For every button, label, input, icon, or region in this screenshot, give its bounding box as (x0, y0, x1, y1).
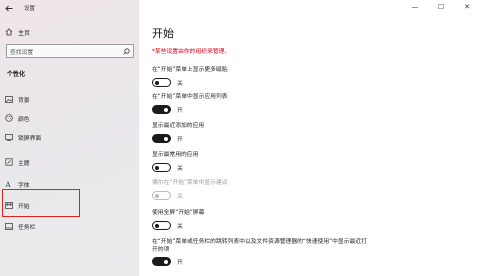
font-icon: A (0, 180, 18, 188)
app-title: 设置 (24, 6, 36, 12)
sidebar-item-label: 背景 (18, 97, 30, 104)
palette-icon (0, 114, 18, 122)
section-title: 个性化 (7, 71, 26, 78)
window-controls: — ☐ ✕ (402, 0, 480, 14)
svg-text:A: A (5, 181, 12, 188)
setting-full-screen: 使用全屏“开始”屏幕 关 (152, 209, 472, 230)
theme-icon (0, 158, 18, 166)
search-input[interactable]: 查找设置 (6, 44, 134, 58)
toggle-switch[interactable] (152, 163, 171, 172)
maximize-button[interactable]: ☐ (428, 0, 454, 14)
toggle-switch (152, 191, 171, 200)
setting-label: 显示最近添加的应用 (152, 123, 205, 129)
setting-recent-items: 在“开始”菜单或任务栏的跳转列表中以及文件资源管理器的“快速使用”中显示最近打开… (152, 238, 367, 266)
managed-note: *某些设置由你的组织来管理。 (152, 49, 231, 55)
setting-app-list: 在“开始”菜单中显示应用列表 开 (152, 93, 472, 114)
toggle-state: 开 (177, 137, 183, 143)
close-button[interactable]: ✕ (454, 0, 480, 14)
image-icon (0, 95, 18, 103)
highlight-annotation (2, 189, 80, 217)
sidebar-item-label: 锁屏界面 (18, 135, 42, 142)
main-panel: — ☐ ✕ 开始 *某些设置由你的组织来管理。 在“开始”菜单上显示更多磁贴 关… (139, 0, 480, 276)
search-icon[interactable] (121, 47, 131, 55)
home-icon (0, 28, 18, 36)
sidebar-item-taskbar[interactable]: 任务栏 (0, 218, 139, 234)
setting-recently-added: 显示最近添加的应用 开 (152, 122, 472, 143)
setting-label: 显示最常用的应用 (152, 152, 199, 158)
sidebar-item-label: 字体 (18, 182, 30, 189)
sidebar-item-themes[interactable]: 主题 (0, 154, 139, 170)
back-button[interactable] (0, 0, 18, 16)
sidebar: 设置 主页 查找设置 个性化 背景 颜色 锁屏界面 主题 A 字体 开始 任务栏 (0, 0, 139, 276)
minimize-icon: — (411, 3, 419, 11)
sidebar-item-label: 颜色 (18, 116, 30, 123)
toggle-switch[interactable] (152, 105, 171, 114)
setting-label: 在“开始”菜单或任务栏的跳转列表中以及文件资源管理器的“快速使用”中显示最近打开… (152, 239, 367, 253)
toggle-state: 关 (177, 194, 183, 200)
setting-label: 在“开始”菜单上显示更多磁贴 (152, 67, 228, 73)
search-placeholder: 查找设置 (10, 49, 34, 56)
toggle-switch[interactable] (152, 257, 171, 266)
sidebar-item-lock-screen[interactable]: 锁屏界面 (0, 129, 139, 145)
taskbar-icon (0, 222, 18, 230)
setting-most-used: 显示最常用的应用 关 (152, 151, 472, 172)
maximize-icon: ☐ (437, 3, 445, 11)
page-title: 开始 (152, 27, 174, 40)
sidebar-item-label: 任务栏 (18, 224, 36, 231)
sidebar-item-label: 主题 (18, 160, 30, 167)
setting-more-tiles: 在“开始”菜单上显示更多磁贴 关 (152, 66, 472, 87)
setting-suggestions: 偶尔在“开始”菜单中显示建议 关 (152, 179, 472, 200)
toggle-switch[interactable] (152, 134, 171, 143)
sidebar-item-background[interactable]: 背景 (0, 91, 139, 107)
lock-screen-icon (0, 133, 18, 141)
sidebar-item-home[interactable]: 主页 (0, 25, 139, 39)
toggle-switch[interactable] (152, 78, 171, 87)
setting-label: 偶尔在“开始”菜单中显示建议 (152, 180, 228, 186)
arrow-left-icon (5, 5, 13, 11)
setting-label: 在“开始”菜单中显示应用列表 (152, 94, 228, 100)
titlebar-left: 设置 (0, 0, 139, 16)
sidebar-item-colors[interactable]: 颜色 (0, 110, 139, 126)
toggle-state: 关 (177, 166, 183, 172)
close-icon: ✕ (464, 3, 470, 11)
minimize-button[interactable]: — (402, 0, 428, 14)
toggle-state: 关 (177, 224, 183, 230)
toggle-state: 关 (177, 81, 183, 87)
toggle-state: 开 (177, 260, 183, 266)
toggle-state: 开 (177, 108, 183, 114)
toggle-switch[interactable] (152, 221, 171, 230)
setting-label: 使用全屏“开始”屏幕 (152, 210, 205, 216)
sidebar-item-label: 主页 (18, 29, 31, 37)
